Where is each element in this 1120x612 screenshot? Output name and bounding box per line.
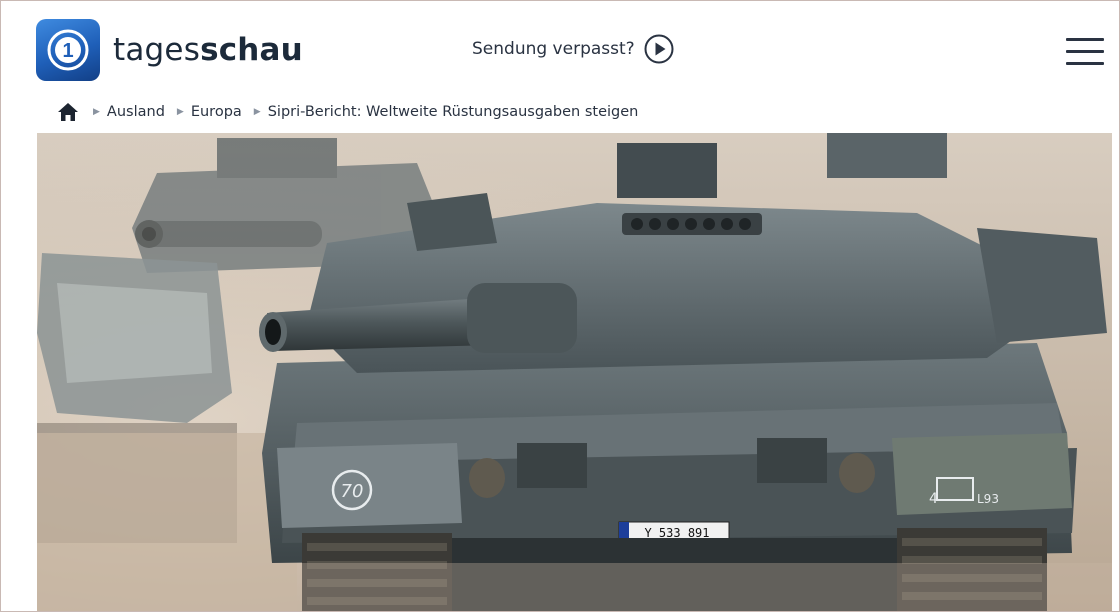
- play-circle-icon: [644, 34, 674, 64]
- logo-text-bold: schau: [200, 32, 303, 68]
- license-plate-text: Y 533 891: [644, 526, 709, 540]
- tagesschau-logo-icon: 1: [36, 19, 100, 81]
- logo-text-regular: tages: [113, 32, 201, 68]
- hamburger-menu-icon[interactable]: [1066, 38, 1104, 66]
- side-marking-code: L93: [977, 492, 999, 506]
- side-marking-number: 4: [929, 491, 938, 507]
- hero-image-tank: 70 4 L93 Y 533 891: [37, 133, 1112, 612]
- breadcrumb-separator-icon: ▶: [176, 107, 184, 117]
- breadcrumb-item-ausland[interactable]: Ausland: [107, 104, 165, 120]
- sendung-verpasst-link[interactable]: Sendung verpasst?: [472, 34, 674, 64]
- turret-number-marking: 70: [341, 481, 364, 502]
- breadcrumb-item-europa[interactable]: Europa: [191, 104, 242, 120]
- breadcrumb: ▶ Ausland ▶ Europa ▶ Sipri-Bericht: Welt…: [57, 100, 650, 124]
- home-icon[interactable]: [57, 102, 79, 122]
- breadcrumb-separator-icon: ▶: [93, 107, 100, 117]
- breadcrumb-item-current-article: Sipri-Bericht: Weltweite Rüstungsausgabe…: [267, 104, 639, 120]
- tagesschau-logo[interactable]: 1 tagesschau: [36, 19, 303, 81]
- site-header: 1 tagesschau Sendung verpasst?: [0, 0, 1120, 96]
- logo-badge-glyph: 1: [62, 40, 73, 62]
- breadcrumb-separator-icon: ▶: [253, 107, 261, 117]
- logo-wordmark: tagesschau: [113, 32, 303, 68]
- sendung-verpasst-label: Sendung verpasst?: [472, 39, 635, 59]
